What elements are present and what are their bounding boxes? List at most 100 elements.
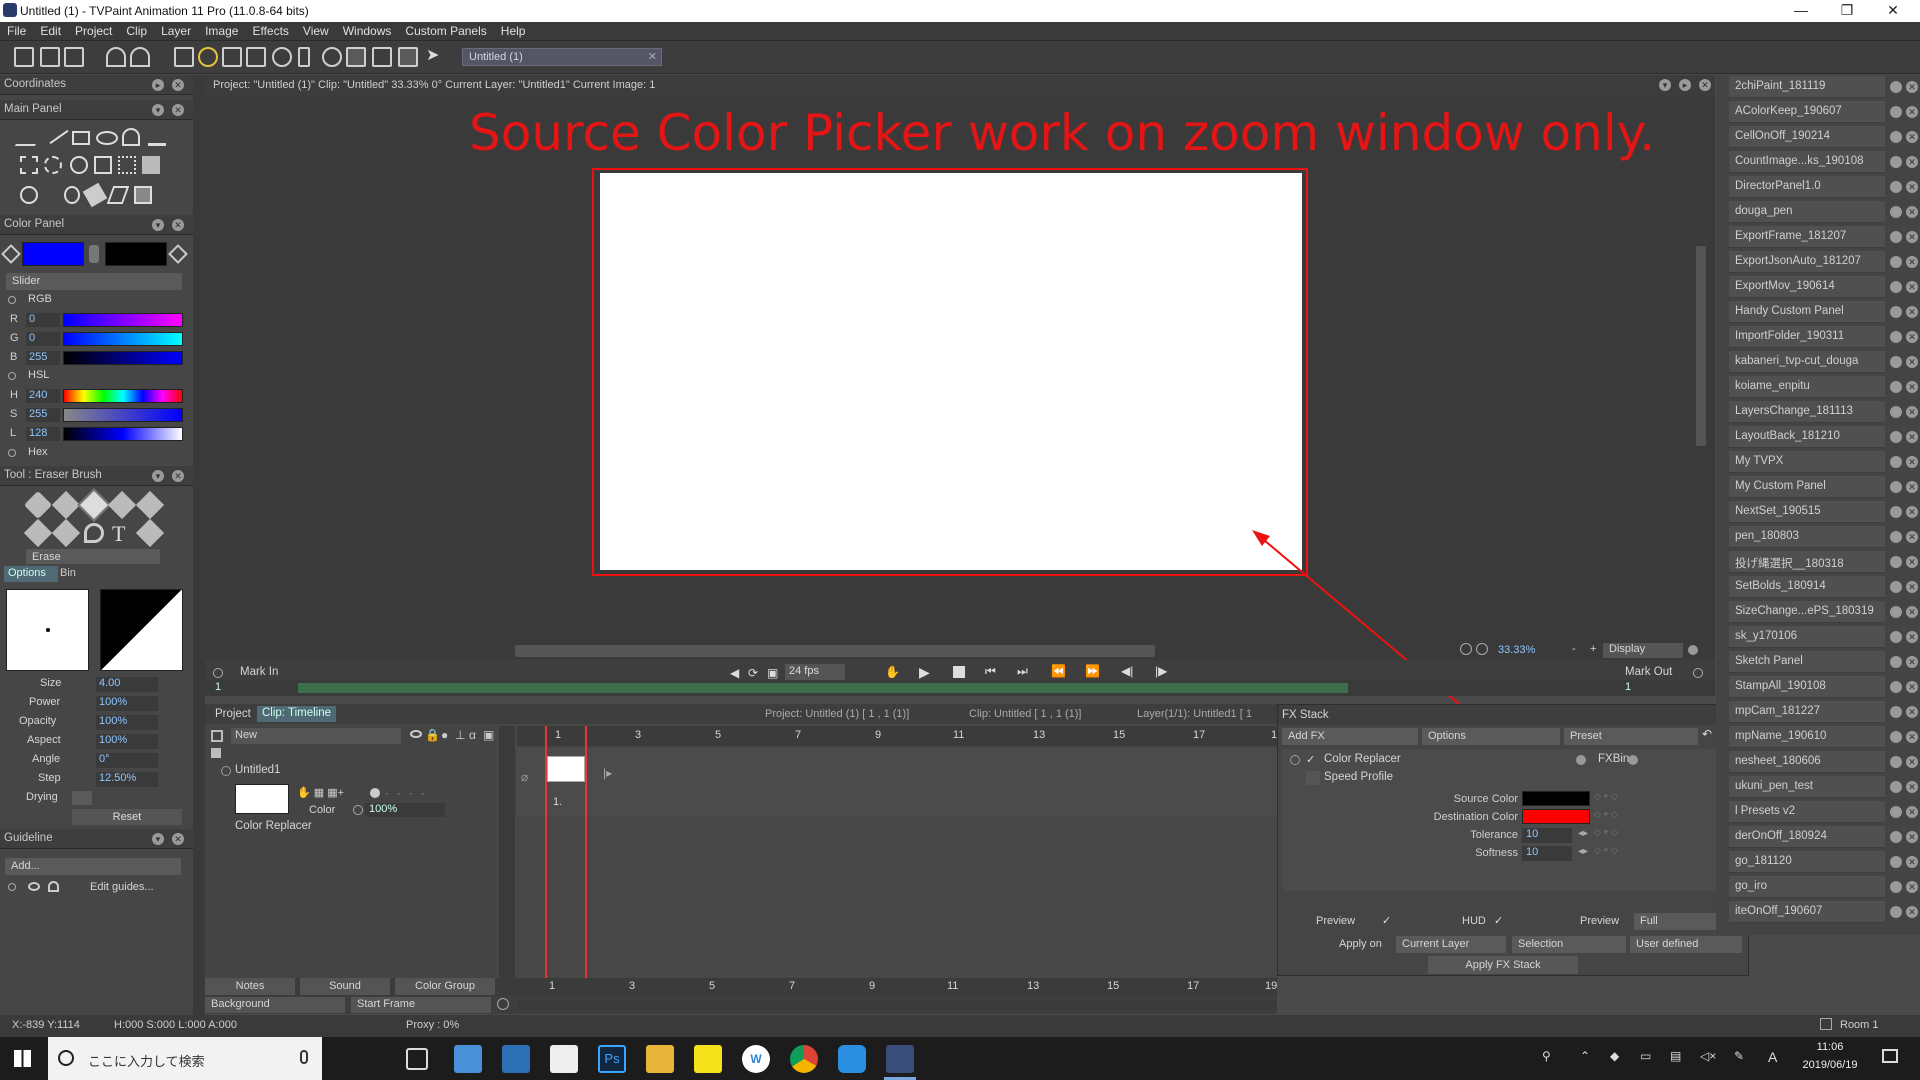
- zoom-value[interactable]: 33.33%: [1494, 644, 1544, 658]
- document-tab-close-icon[interactable]: ✕: [648, 50, 657, 63]
- frame-range-track[interactable]: 1 1: [205, 680, 1715, 696]
- notifications-icon[interactable]: [1882, 1049, 1898, 1063]
- microphone-icon[interactable]: [300, 1050, 308, 1064]
- layer-opacity-value[interactable]: 100%: [365, 803, 445, 817]
- pin-icon[interactable]: [1716, 75, 1724, 89]
- apply-fx-stack-button[interactable]: Apply FX Stack: [1428, 956, 1578, 974]
- custom-panel-button[interactable]: SetBolds_180914: [1729, 576, 1885, 598]
- w-app-icon[interactable]: W: [742, 1045, 770, 1073]
- panel-open-icon[interactable]: [1890, 456, 1902, 468]
- light-table-icon[interactable]: ●: [441, 728, 448, 742]
- background-dropdown[interactable]: Background: [205, 997, 345, 1013]
- custom-panel-button[interactable]: CellOnOff_190214: [1729, 126, 1885, 148]
- task-view-icon[interactable]: [406, 1048, 428, 1070]
- panel-remove-icon[interactable]: ✕: [1906, 781, 1918, 793]
- onion-skin-icon[interactable]: ✋: [885, 665, 900, 679]
- layers-stack-icon[interactable]: [211, 730, 223, 742]
- layer-options-icon[interactable]: ✋ ▦ ▦+: [297, 786, 344, 799]
- panel-open-icon[interactable]: [1890, 756, 1902, 768]
- panel-remove-icon[interactable]: ✕: [1906, 656, 1918, 668]
- frame-track[interactable]: ⌀ |▸ 1.: [517, 748, 1277, 816]
- panel-close-icon[interactable]: ✕: [172, 219, 184, 231]
- softness-value[interactable]: 10: [1522, 846, 1572, 861]
- tab-project[interactable]: Project: [215, 708, 251, 720]
- viewport-close-icon[interactable]: ✕: [1699, 79, 1711, 91]
- custom-panel-button[interactable]: CountImage...ks_190108: [1729, 151, 1885, 173]
- maximize-icon[interactable]: ❐: [1824, 0, 1870, 22]
- menu-clip[interactable]: Clip: [119, 22, 154, 40]
- panel-open-icon[interactable]: [1890, 256, 1902, 268]
- fx-expand-icon[interactable]: [1290, 755, 1300, 765]
- fps-dropdown[interactable]: 24 fps: [785, 664, 845, 680]
- custom-panel-button[interactable]: go_iro: [1729, 876, 1885, 898]
- panel-open-icon[interactable]: [1890, 906, 1902, 918]
- panel-open-icon[interactable]: [1890, 106, 1902, 118]
- open-file-icon[interactable]: [40, 47, 60, 67]
- tray-expand-icon[interactable]: ⌃: [1580, 1049, 1590, 1063]
- mark-out-toggle-icon[interactable]: [1693, 668, 1703, 678]
- layer-name[interactable]: Untitled1: [235, 764, 280, 776]
- text-tool-icon[interactable]: T: [112, 521, 125, 547]
- display-dropdown[interactable]: Display: [1603, 643, 1683, 658]
- menu-edit[interactable]: Edit: [33, 22, 68, 40]
- custom-panel-button[interactable]: nesheet_180606: [1729, 751, 1885, 773]
- fx-preset-dropdown[interactable]: Preset: [1564, 728, 1698, 745]
- menu-layer[interactable]: Layer: [154, 22, 198, 40]
- transform-icon[interactable]: [70, 156, 88, 174]
- apply-target-dropdown[interactable]: Current Layer: [1396, 936, 1506, 953]
- aspect-value[interactable]: 100%: [96, 734, 158, 749]
- airbrush-icon[interactable]: [107, 490, 137, 520]
- custom-panel-button[interactable]: My Custom Panel: [1729, 476, 1885, 498]
- pen-brush-icon[interactable]: [23, 490, 53, 520]
- rgb-toggle-icon[interactable]: [8, 296, 16, 304]
- pin-icon[interactable]: ⊥: [455, 728, 465, 742]
- custom-panel-button[interactable]: mpName_190610: [1729, 726, 1885, 748]
- special-brush-icon[interactable]: [135, 518, 165, 548]
- hue-value[interactable]: 240: [26, 389, 60, 403]
- custom-panel-button[interactable]: iteOnOff_190607: [1729, 901, 1885, 923]
- finder-like-icon[interactable]: [838, 1045, 866, 1073]
- magnet-icon[interactable]: [48, 881, 59, 892]
- swirl-icon[interactable]: [64, 186, 80, 204]
- photos-icon[interactable]: [502, 1045, 530, 1073]
- viewport-horizontal-scrollbar[interactable]: [515, 645, 1155, 657]
- layer-blend-mode[interactable]: Color: [309, 804, 335, 816]
- ime-indicator[interactable]: A: [1768, 1049, 1777, 1065]
- skull-icon[interactable]: [20, 186, 38, 204]
- step-value[interactable]: 12.50%: [96, 772, 158, 787]
- panel-remove-icon[interactable]: ✕: [1906, 431, 1918, 443]
- red-value[interactable]: 0: [26, 313, 60, 327]
- fill-tool-icon[interactable]: [148, 128, 166, 146]
- lasso-select-icon[interactable]: [44, 156, 62, 174]
- reset-button[interactable]: Reset: [72, 809, 182, 825]
- add-fx-dropdown[interactable]: Add FX: [1282, 728, 1418, 745]
- custom-panel-button[interactable]: ukuni_pen_test: [1729, 776, 1885, 798]
- rewind-icon[interactable]: ⏪: [1051, 664, 1066, 678]
- softness-stepper-icon[interactable]: ◂▸: [1578, 846, 1588, 857]
- angle-value[interactable]: 0°: [96, 753, 158, 768]
- panel-open-icon[interactable]: [1890, 531, 1902, 543]
- panel-collapse-icon[interactable]: ▾: [152, 470, 164, 482]
- paint-brush-icon[interactable]: [135, 490, 165, 520]
- panel-open-icon[interactable]: [1890, 606, 1902, 618]
- clock-date[interactable]: 2019/06/19: [1795, 1059, 1865, 1071]
- source-color-swatch[interactable]: [1522, 791, 1590, 806]
- timeline-horizontal-scrollbar[interactable]: [517, 1000, 1277, 1010]
- panel-icon[interactable]: [372, 47, 392, 67]
- saturation-value[interactable]: 255: [26, 408, 60, 422]
- panel-remove-icon[interactable]: ✕: [1906, 481, 1918, 493]
- stop-icon[interactable]: [953, 666, 965, 678]
- panel-remove-icon[interactable]: ✕: [1906, 606, 1918, 618]
- fx-undo-icon[interactable]: ↶: [1702, 727, 1712, 741]
- panel-remove-icon[interactable]: ✕: [1906, 806, 1918, 818]
- start-frame-dropdown[interactable]: Start Frame: [351, 997, 491, 1013]
- fit-view-icon[interactable]: [1476, 643, 1488, 655]
- panel-open-icon[interactable]: [1890, 156, 1902, 168]
- frame-cell-1[interactable]: [547, 756, 585, 782]
- taskbar-search-box[interactable]: ここに入力して検索: [48, 1037, 322, 1080]
- layer-visible-dot[interactable]: [370, 788, 380, 798]
- viewport-collapse-icon[interactable]: ▾: [1659, 79, 1671, 91]
- keyframe-controls[interactable]: ◇ ⌖ ◇ ◇ ⌖ ◇ ◇ ⌖ ◇ ◇ ⌖ ◇: [1594, 787, 1644, 867]
- custom-panel-button[interactable]: Sketch Panel: [1729, 651, 1885, 673]
- pencil-brush-icon[interactable]: [23, 518, 53, 548]
